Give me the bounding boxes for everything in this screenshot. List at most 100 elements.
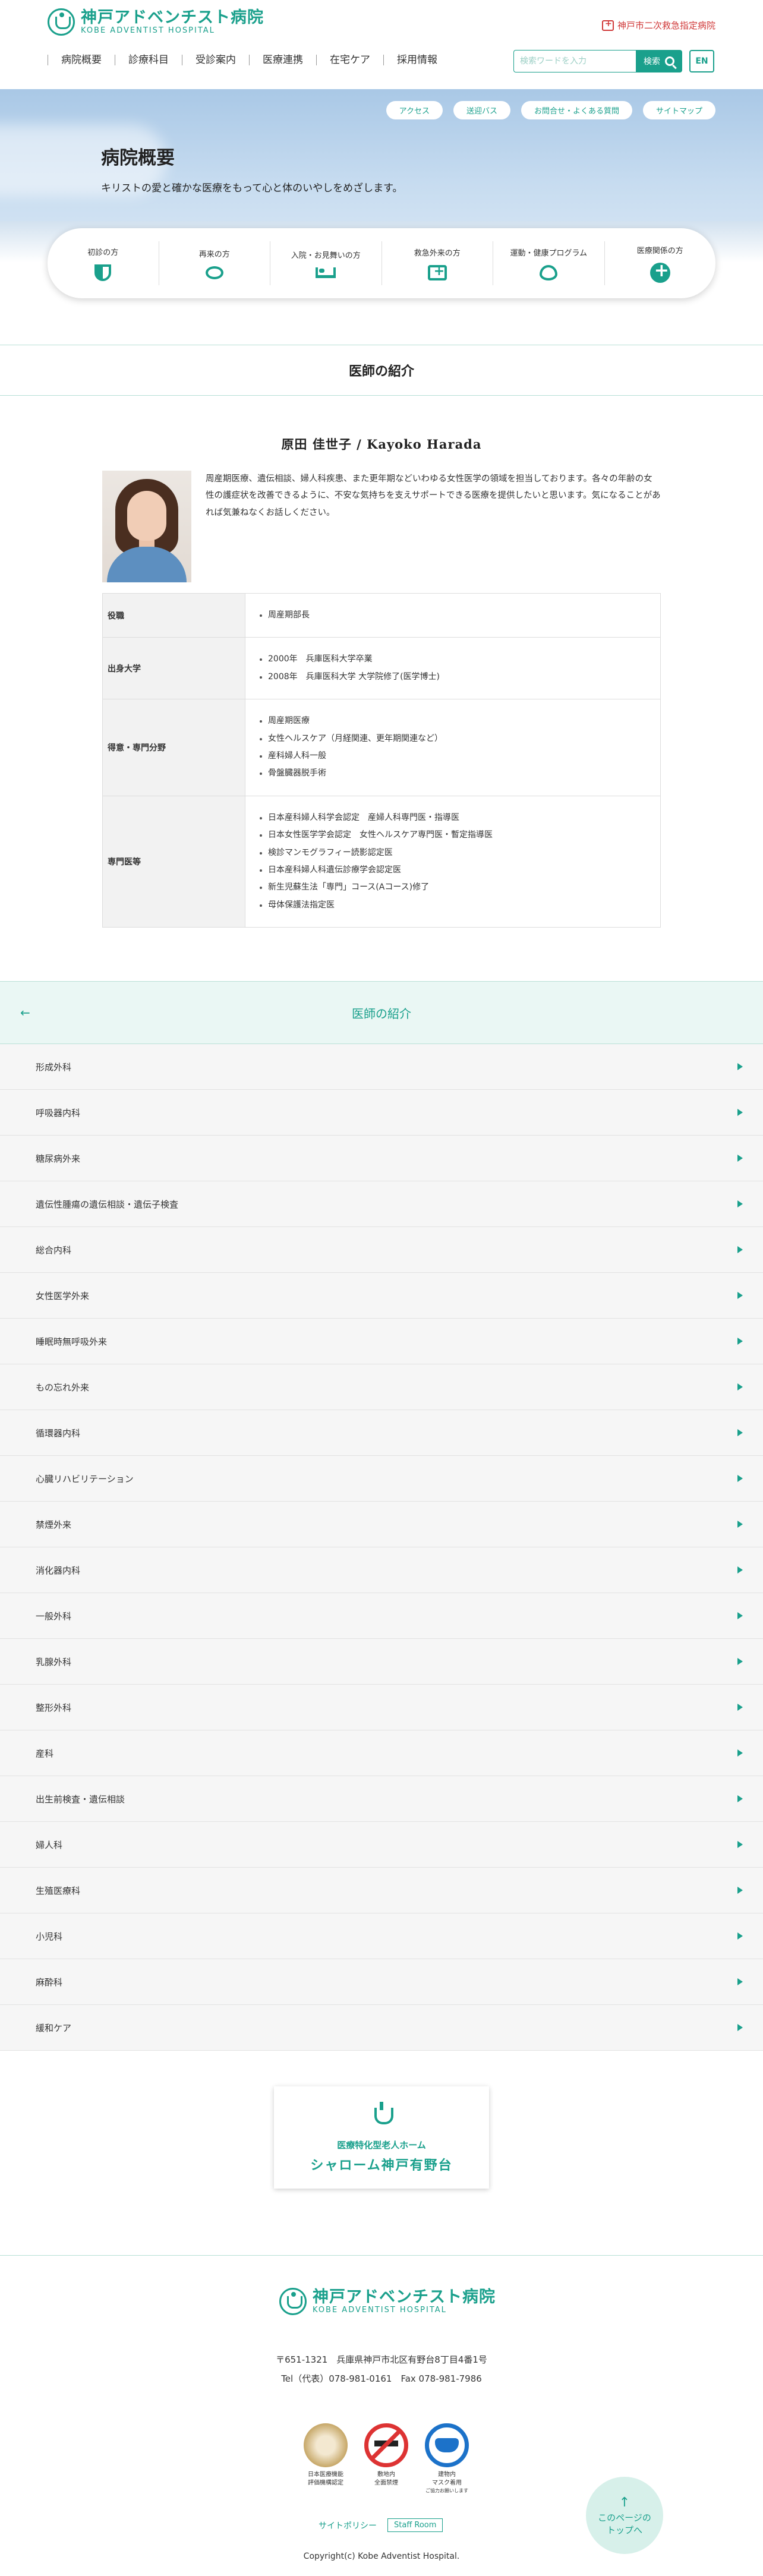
list-item[interactable]: 形成外科 bbox=[0, 1044, 763, 1090]
quick-return-visit[interactable]: 再来の方 bbox=[158, 241, 270, 285]
quick-first-visit[interactable]: 初診の方 bbox=[48, 241, 159, 285]
emergency-label: 神戸市二次救急指定病院 bbox=[617, 20, 715, 31]
quick-label: 入院・お見舞いの方 bbox=[291, 251, 361, 260]
triangle-right-icon bbox=[737, 1338, 743, 1345]
list-item[interactable]: 婦人科 bbox=[0, 1822, 763, 1868]
site-policy-link[interactable]: サイトポリシー bbox=[319, 2520, 377, 2531]
list-item[interactable]: 乳腺外科 bbox=[0, 1639, 763, 1685]
shield-icon bbox=[94, 264, 112, 281]
triangle-right-icon bbox=[737, 1521, 743, 1528]
nav-item-visit-guide[interactable]: 受診案内 bbox=[182, 55, 249, 65]
utility-nav: アクセス 送迎バス お問合せ・よくある質問 サイトマップ bbox=[386, 101, 715, 119]
list-item[interactable]: もの忘れ外来 bbox=[0, 1364, 763, 1411]
back-to-top-button[interactable]: ↑ このページの トップへ bbox=[586, 2477, 663, 2555]
quick-links-wrap: 初診の方 再来の方 入院・お見舞いの方 救急外来の方 運動・健康プログラム 医療… bbox=[0, 228, 763, 298]
department-list: 形成外科 呼吸器内科 糖尿病外来遺伝性腫瘍の遺伝相談・遺伝子検査総合内科 女性医学外来… bbox=[0, 1044, 763, 2051]
utility-shuttle-bus[interactable]: 送迎バス bbox=[453, 101, 510, 119]
footer-links: サイトポリシー Staff Room bbox=[319, 2518, 443, 2533]
shalom-banner[interactable]: 医療特化型老人ホーム シャローム神戸有野台 bbox=[274, 2086, 489, 2189]
department-nav-title: 医師の紹介 bbox=[352, 1006, 411, 1021]
quick-inpatient[interactable]: 入院・お見舞いの方 bbox=[270, 241, 382, 285]
quick-medical-professionals[interactable]: 医療関係の方 bbox=[604, 241, 716, 285]
list-item[interactable]: 生殖医療科 bbox=[0, 1868, 763, 1914]
triangle-right-icon bbox=[737, 1932, 743, 1940]
badge-text: 全面禁煙 bbox=[374, 2480, 398, 2487]
list-item[interactable]: 出生前検査・遺伝相談 bbox=[0, 1776, 763, 1823]
bed-icon bbox=[316, 267, 336, 278]
department-label: 整形外科 bbox=[36, 1702, 72, 1713]
search-button[interactable]: 検索 bbox=[636, 50, 682, 72]
arrow-up-icon: ↑ bbox=[619, 2495, 630, 2510]
list-item: 周産期部長 bbox=[257, 607, 648, 624]
list-item[interactable]: 心臓リハビリテーション bbox=[0, 1456, 763, 1502]
nav-item-home-care[interactable]: 在宅ケア bbox=[316, 55, 383, 65]
department-nav-header: ← 医師の紹介 bbox=[0, 981, 763, 1045]
department-label: 緩和ケア bbox=[36, 2022, 72, 2033]
department-label: 出生前検査・遺伝相談 bbox=[36, 1793, 125, 1805]
list-item: 母体保護法指定医 bbox=[257, 897, 648, 914]
footer-logo-english: KOBE ADVENTIST HOSPITAL bbox=[313, 2306, 447, 2315]
list-item[interactable]: 糖尿病外来 bbox=[0, 1136, 763, 1182]
badge-text: 日本医療機能 bbox=[308, 2471, 343, 2479]
triangle-right-icon bbox=[737, 1292, 743, 1300]
triangle-right-icon bbox=[737, 1109, 743, 1117]
nav-item-recruit[interactable]: 採用情報 bbox=[383, 55, 450, 65]
accreditation-icon bbox=[304, 2423, 348, 2468]
department-label: 心臓リハビリテーション bbox=[36, 1473, 134, 1484]
triangle-right-icon bbox=[737, 1612, 743, 1620]
triangle-right-icon bbox=[737, 1704, 743, 1711]
row-label: 得意・専門分野 bbox=[102, 699, 245, 796]
badge-text: ご協力お願いします bbox=[425, 2488, 468, 2494]
list-item[interactable]: 女性医学外来 bbox=[0, 1273, 763, 1319]
footer-badges: 日本医療機能 評価機構認定 敷地内 全面禁煙 建物内 マスク着用 ご協力お願いし… bbox=[302, 2423, 471, 2494]
list-item[interactable]: 一般外科 bbox=[0, 1593, 763, 1639]
list-item[interactable]: 整形外科 bbox=[0, 1685, 763, 1731]
department-label: もの忘れ外来 bbox=[36, 1382, 90, 1393]
english-button[interactable]: EN bbox=[689, 50, 714, 72]
section-heading: 医師の紹介 bbox=[0, 345, 763, 396]
list-item[interactable]: 遺伝性腫瘍の遺伝相談・遺伝子検査 bbox=[0, 1181, 763, 1228]
badge-mask: 建物内 マスク着用 ご協力お願いします bbox=[423, 2423, 471, 2494]
quick-emergency[interactable]: 救急外来の方 bbox=[381, 241, 493, 285]
no-smoking-icon bbox=[364, 2423, 408, 2468]
list-item[interactable]: 緩和ケア bbox=[0, 2005, 763, 2051]
department-label: 産科 bbox=[36, 1748, 54, 1759]
list-item[interactable]: 呼吸器内科 bbox=[0, 1090, 763, 1136]
footer-logo[interactable]: 神戸アドベンチスト病院 KOBE ADVENTIST HOSPITAL bbox=[279, 2287, 496, 2316]
triangle-right-icon bbox=[737, 1841, 743, 1849]
copyright: Copyright(c) Kobe Adventist Hospital. bbox=[303, 2552, 460, 2562]
badge-text: 評価機構認定 bbox=[308, 2480, 343, 2487]
list-item[interactable]: 循環器内科 bbox=[0, 1410, 763, 1456]
department-label: 遺伝性腫瘍の遺伝相談・遺伝子検査 bbox=[36, 1199, 179, 1210]
list-item[interactable]: 禁煙外来 bbox=[0, 1502, 763, 1548]
department-label: 一般外科 bbox=[36, 1610, 72, 1622]
list-item[interactable]: 小児科 bbox=[0, 1913, 763, 1960]
page-lead: キリストの愛と確かな医療をもって心と体のいやしをめざします。 bbox=[101, 182, 403, 194]
triangle-right-icon bbox=[737, 1246, 743, 1254]
list-item[interactable]: 睡眠時無呼吸外来 bbox=[0, 1319, 763, 1365]
doctor-info-table: 役職 周産期部長 出身大学 2000年 兵庫医科大学卒業 2008年 兵庫医科大… bbox=[102, 592, 661, 928]
search-input[interactable] bbox=[513, 50, 636, 72]
list-item[interactable]: 産科 bbox=[0, 1730, 763, 1777]
triangle-right-icon bbox=[737, 1978, 743, 1986]
heart-icon bbox=[540, 264, 558, 280]
utility-sitemap[interactable]: サイトマップ bbox=[642, 101, 715, 119]
staff-room-button[interactable]: Staff Room bbox=[387, 2518, 443, 2533]
utility-contact-faq[interactable]: お問合せ・よくある質問 bbox=[521, 101, 632, 119]
site-logo[interactable]: 神戸アドベンチスト病院 KOBE ADVENTIST HOSPITAL bbox=[48, 8, 264, 36]
nav-item-about[interactable]: 病院概要 bbox=[48, 55, 115, 65]
list-item: 2000年 兵庫医科大学卒業 bbox=[257, 651, 648, 668]
footer-logo-japanese: 神戸アドベンチスト病院 bbox=[313, 2287, 496, 2306]
nav-item-departments[interactable]: 診療科目 bbox=[115, 55, 182, 65]
badge-text: 建物内 bbox=[438, 2471, 456, 2479]
triangle-right-icon bbox=[737, 1566, 743, 1574]
back-arrow-icon[interactable]: ← bbox=[20, 1005, 30, 1020]
quick-health-program[interactable]: 運動・健康プログラム bbox=[493, 241, 604, 285]
list-item[interactable]: 麻酔科 bbox=[0, 1959, 763, 2006]
row-label: 役職 bbox=[102, 592, 245, 638]
quick-label: 再来の方 bbox=[198, 250, 230, 259]
list-item[interactable]: 総合内科 bbox=[0, 1227, 763, 1273]
list-item[interactable]: 消化器内科 bbox=[0, 1547, 763, 1594]
utility-access[interactable]: アクセス bbox=[386, 101, 443, 119]
nav-item-cooperation[interactable]: 医療連携 bbox=[249, 55, 316, 65]
